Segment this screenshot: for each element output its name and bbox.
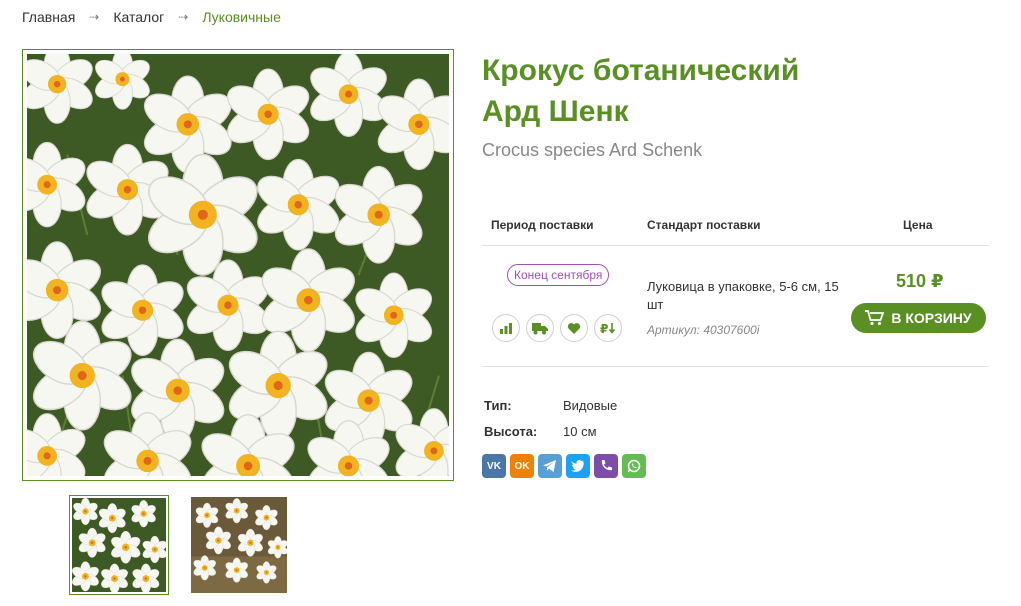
vk-icon[interactable]: VK [482,454,506,478]
breadcrumb-catalog[interactable]: Каталог [113,9,164,25]
product-title-line1: Крокус ботанический [482,54,800,87]
product-properties: Тип: Видовые Высота: 10 см [484,392,617,444]
cart-icon [865,310,885,326]
telegram-icon[interactable] [538,454,562,478]
breadcrumb-separator-icon: ⇢ [178,10,189,24]
property-value: Видовые [563,397,618,413]
svg-text:₽: ₽ [600,322,608,335]
add-to-cart-label: В КОРЗИНУ [891,310,972,326]
heart-icon[interactable] [560,314,588,342]
breadcrumb-current: Луковичные [202,9,281,25]
property-row: Тип: Видовые [484,392,617,418]
crocus-photo [27,54,449,476]
delivery-period-badge: Конец сентября [507,264,610,286]
main-product-image[interactable] [22,49,454,481]
whatsapp-icon[interactable] [622,454,646,478]
offers-table: Период поставки Стандарт поставки Цена К… [482,200,989,367]
supply-standard: Луковица в упаковке, 5-6 см, 15 шт [647,279,839,312]
thumbnail-2[interactable] [189,495,290,595]
product-sku: Артикул: 40307600i [647,323,760,337]
product-price: 510 ₽ [896,271,944,291]
viber-icon[interactable] [594,454,618,478]
offers-table-header: Период поставки Стандарт поставки Цена [482,200,989,246]
product-latin-name: Crocus species Ard Schenk [482,140,703,160]
property-value: 10 см [563,423,597,439]
truck-icon[interactable] [526,314,554,342]
sort-price-icon[interactable]: ₽ [594,314,622,342]
breadcrumb-home[interactable]: Главная [22,9,75,25]
product-title-line2: Ард Шенк [482,95,629,128]
header-price: Цена [903,218,933,232]
property-row: Высота: 10 см [484,418,617,444]
header-standard: Стандарт поставки [647,218,761,232]
header-period: Период поставки [491,218,594,232]
offer-row: Конец сентября ₽ Луковица в упаковке, 5-… [482,246,989,367]
offer-actions: ₽ [492,314,622,342]
product-title: Крокус ботанический Ард Шенк [482,50,882,132]
bar-chart-icon[interactable] [492,314,520,342]
odnoklassniki-icon[interactable]: OK [510,454,534,478]
twitter-icon[interactable] [566,454,590,478]
breadcrumb: Главная ⇢ Каталог ⇢ Луковичные [22,9,281,25]
property-name: Высота: [484,423,538,439]
breadcrumb-separator-icon: ⇢ [89,10,100,24]
property-name: Тип: [484,397,512,413]
thumbnail-photo [69,497,169,594]
thumbnail-1[interactable] [69,495,169,595]
thumbnail-photo [191,497,290,593]
share-buttons: VK OK [482,454,646,478]
add-to-cart-button[interactable]: В КОРЗИНУ [851,303,986,333]
